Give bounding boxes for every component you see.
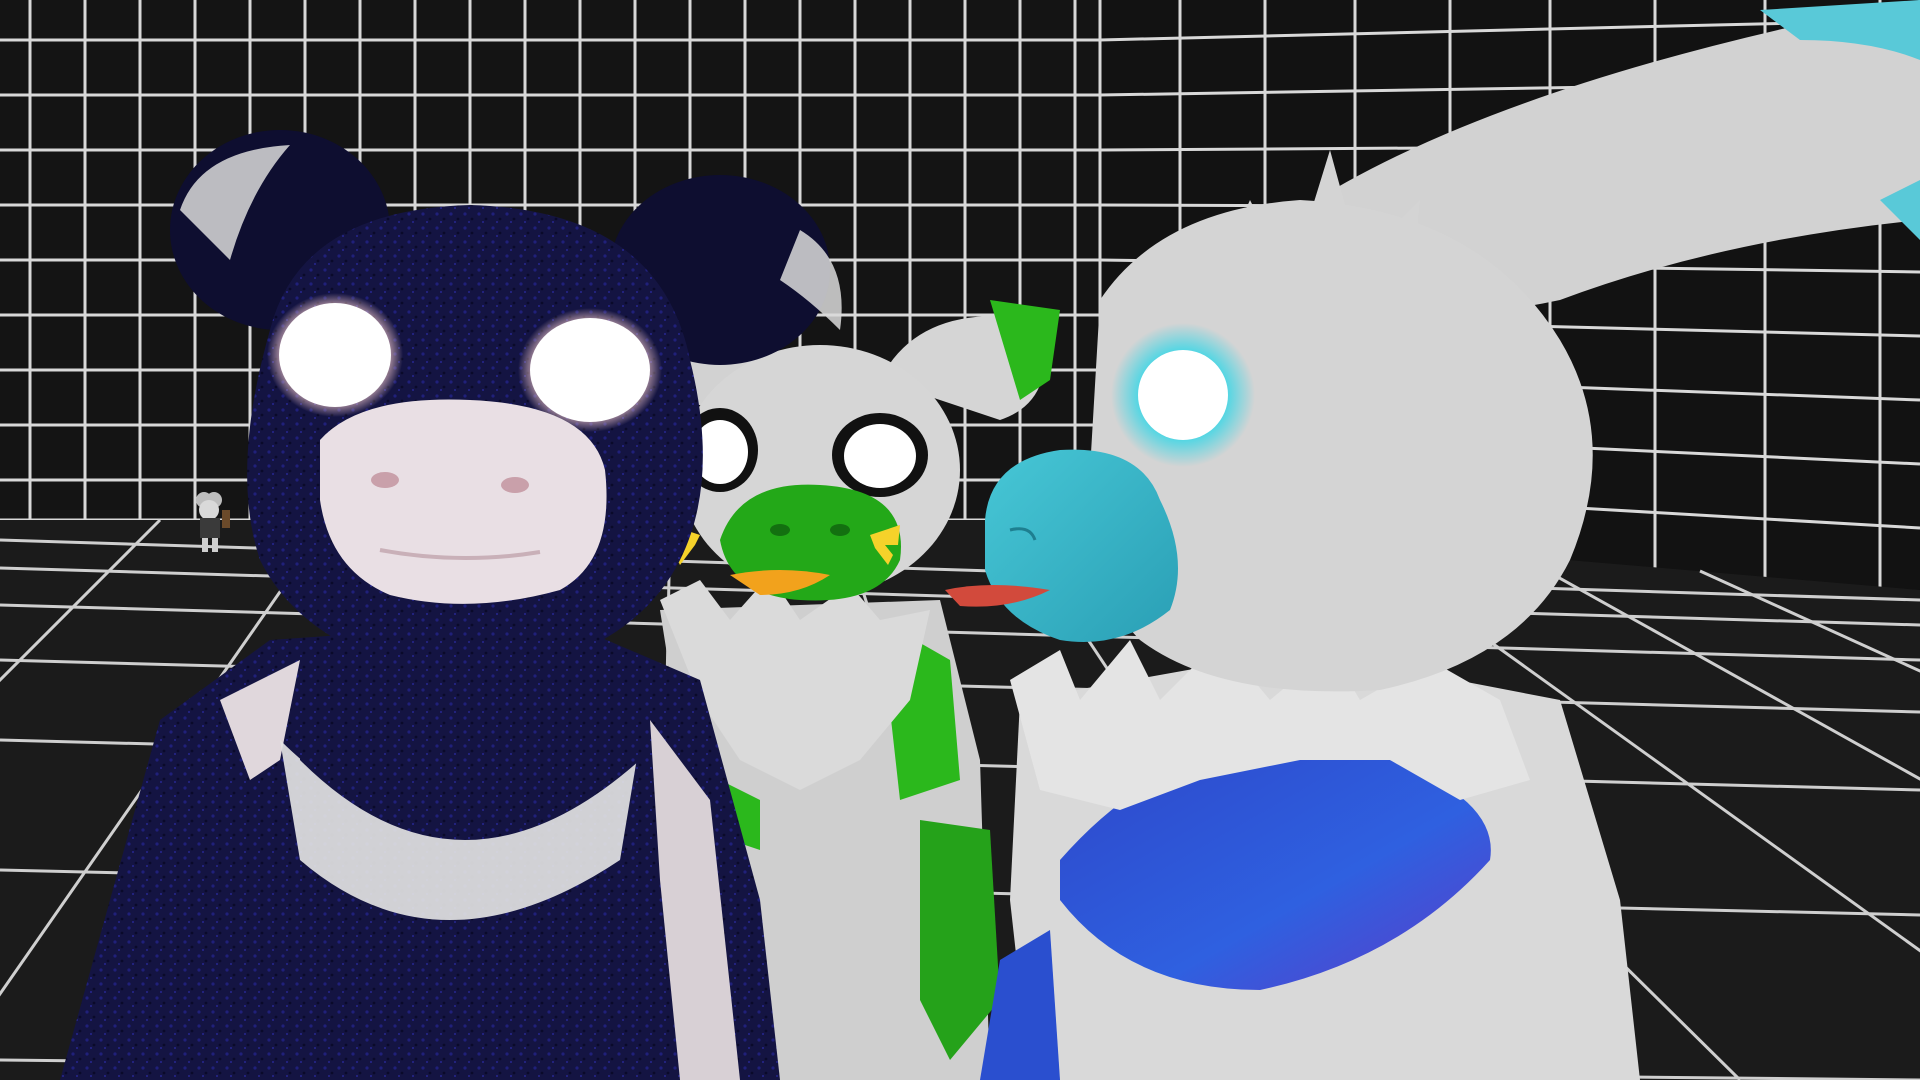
vr-world-scene [0, 0, 1920, 1080]
eye-right [844, 424, 916, 488]
eye-right [530, 318, 650, 422]
eye-left [279, 303, 391, 407]
eye-right [1138, 350, 1228, 440]
scene-canvas [0, 0, 1920, 1080]
